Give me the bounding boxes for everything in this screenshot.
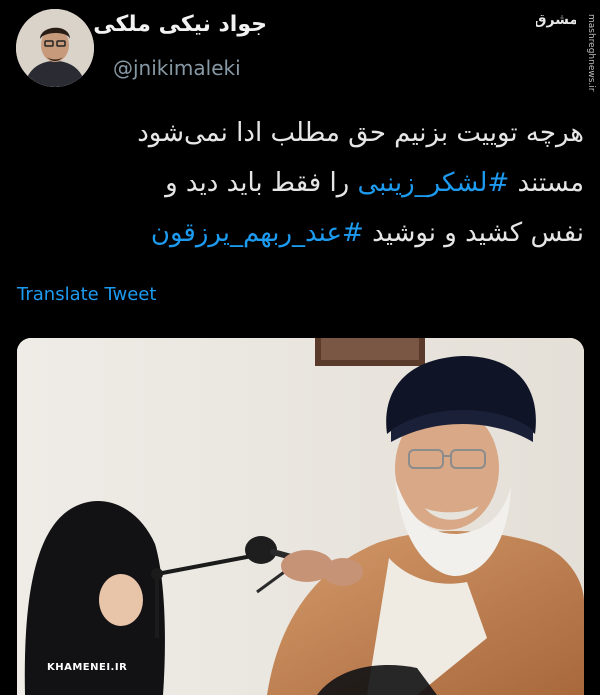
tweet-text-line-3: نفس کشید و نوشید #عند_ربهم_یرزقون — [24, 208, 584, 258]
tweet-card: جواد نیکی ملکی @jnikimaleki مشرق mashreg… — [0, 0, 600, 695]
avatar[interactable] — [16, 9, 94, 87]
tweet-text-line-2-prefix: مستند — [509, 168, 584, 198]
tweet-text: هرچه توییت بزنیم حق مطلب ادا نمی‌شود مست… — [24, 108, 584, 258]
author-handle[interactable]: @jnikimaleki — [113, 56, 241, 80]
source-watermark-url: mashreghnews.ir — [586, 14, 596, 92]
hashtag-lashkar-zeinabi[interactable]: #لشکر_زینبی — [358, 168, 510, 198]
mashregh-logo-icon: مشرق — [534, 4, 578, 34]
hashtag-end-rabbihim[interactable]: #عند_ربهم_یرزقون — [151, 218, 364, 248]
photo-illustration — [17, 338, 584, 695]
tweet-text-line-2: مستند #لشکر_زینبی را فقط باید دید و — [24, 158, 584, 208]
tweet-media-image[interactable]: KHAMENEI.IR — [17, 338, 584, 695]
tweet-text-line-1: هرچه توییت بزنیم حق مطلب ادا نمی‌شود — [137, 118, 584, 148]
mashregh-logo-text: مشرق — [536, 12, 576, 28]
tweet-text-line-2-suffix: را فقط باید دید و — [165, 168, 358, 198]
khamenei-watermark: KHAMENEI.IR — [47, 662, 128, 673]
translate-tweet-link[interactable]: Translate Tweet — [17, 284, 156, 305]
tweet-text-line-3-prefix: نفس کشید و نوشید — [363, 218, 584, 248]
author-display-name[interactable]: جواد نیکی ملکی — [93, 12, 267, 37]
profile-photo-icon — [16, 9, 94, 87]
